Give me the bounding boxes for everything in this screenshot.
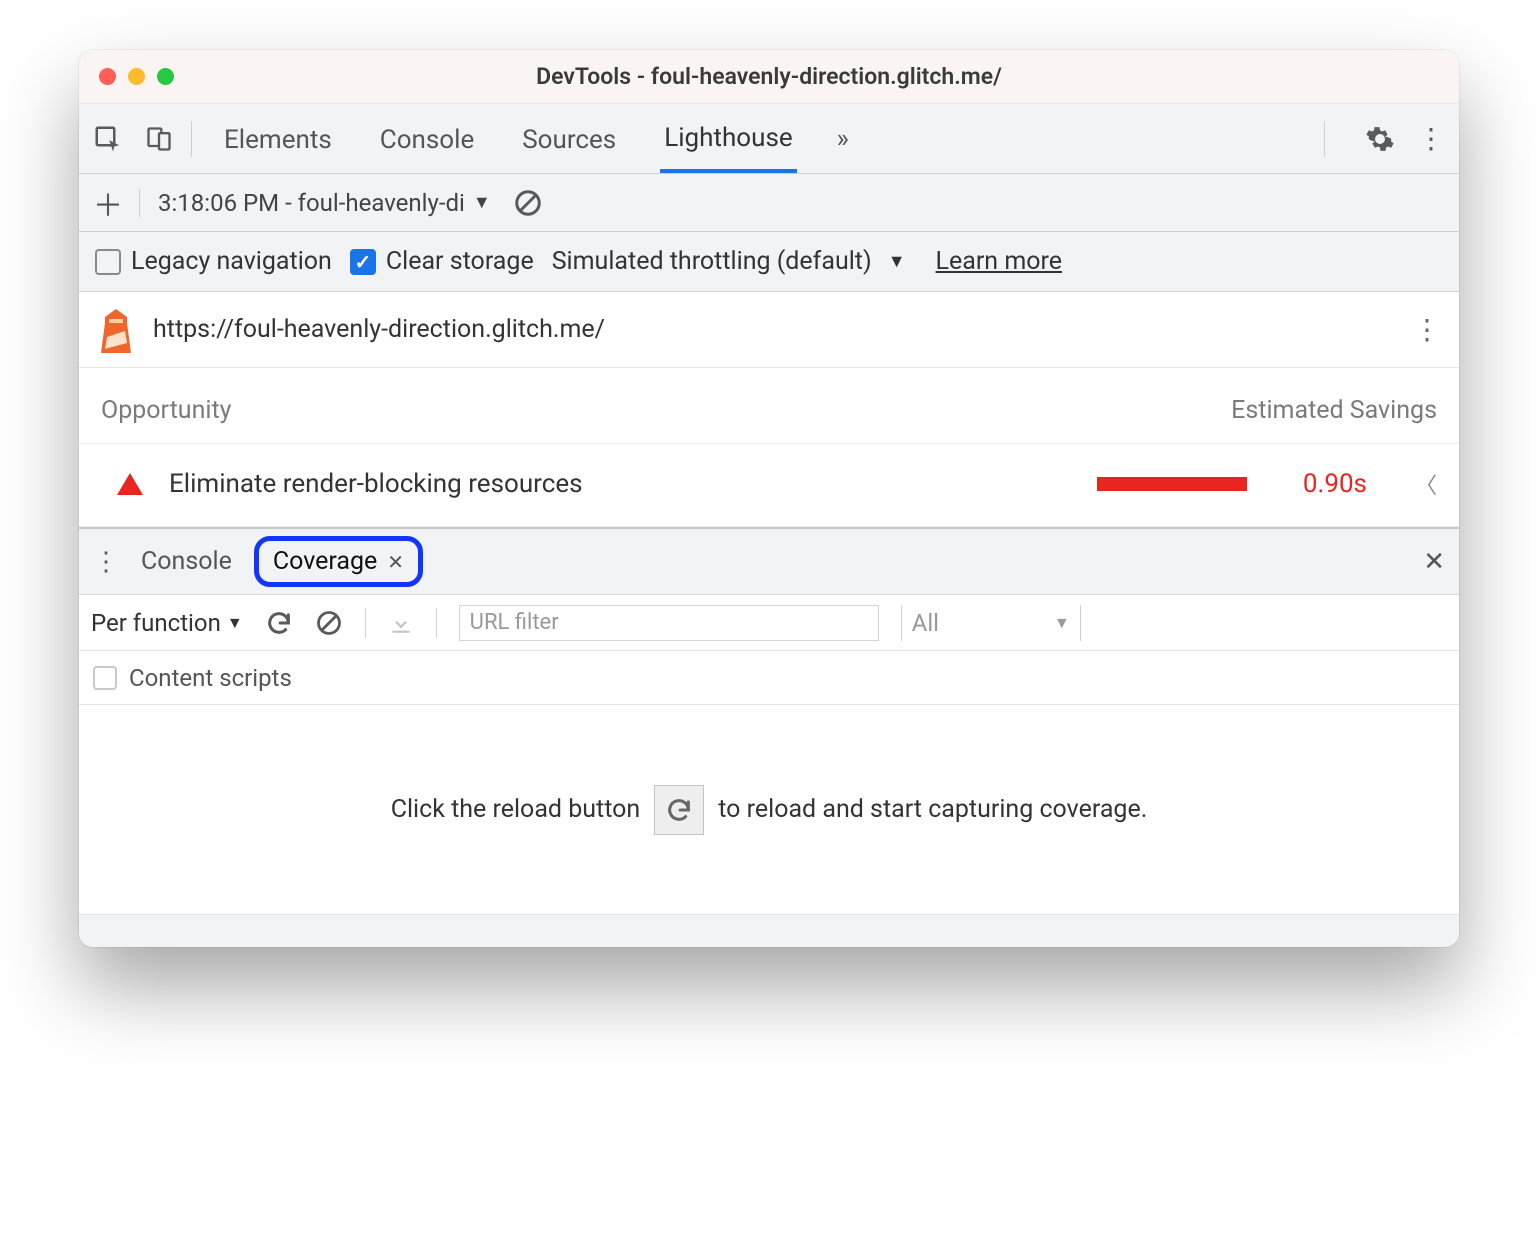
coverage-empty-state: Click the reload button to reload and st…: [79, 705, 1459, 915]
clear-icon[interactable]: [513, 188, 543, 218]
opportunity-heading: Opportunity: [101, 396, 231, 425]
separator: [191, 121, 192, 157]
savings-bar: [1097, 477, 1247, 491]
main-tabstrip: Elements Console Sources Lighthouse » ⋮: [79, 104, 1459, 174]
chevron-up-icon[interactable]: 〈: [1415, 468, 1437, 500]
checkbox-unchecked-icon[interactable]: [95, 249, 121, 275]
device-toolbar-icon[interactable]: [145, 124, 173, 154]
close-window-button[interactable]: [99, 68, 116, 85]
drawer-tab-coverage[interactable]: Coverage ✕: [254, 536, 423, 587]
savings-value: 0.90s: [1303, 469, 1367, 499]
tab-console[interactable]: Console: [376, 107, 478, 171]
separator: [1324, 121, 1325, 157]
close-drawer-icon[interactable]: ✕: [1423, 547, 1445, 577]
zoom-window-button[interactable]: [157, 68, 174, 85]
more-tabs-icon[interactable]: »: [837, 124, 849, 154]
dropdown-caret-icon: ▼: [1054, 613, 1070, 633]
footer-strip: [79, 915, 1459, 947]
separator: [365, 608, 366, 638]
coverage-type-filter[interactable]: All ▼: [901, 605, 1081, 641]
tab-elements[interactable]: Elements: [220, 107, 336, 171]
granularity-label: Per function: [91, 609, 221, 637]
checkbox-unchecked-icon[interactable]: [93, 666, 117, 690]
separator: [436, 608, 437, 638]
type-filter-label: All: [912, 609, 939, 637]
drawer-tab-console[interactable]: Console: [137, 541, 236, 582]
kebab-menu-icon[interactable]: ⋮: [1417, 122, 1445, 155]
clear-storage-option[interactable]: Clear storage: [350, 247, 534, 276]
url-filter-placeholder: URL filter: [470, 610, 559, 635]
legacy-navigation-option[interactable]: Legacy navigation: [95, 247, 332, 276]
dropdown-caret-icon: ▼: [227, 613, 243, 633]
settings-icon[interactable]: [1365, 124, 1395, 154]
coverage-hint-before: Click the reload button: [391, 795, 641, 824]
estimated-savings-heading: Estimated Savings: [1231, 396, 1437, 425]
reload-icon[interactable]: [265, 609, 293, 637]
drawer-menu-icon[interactable]: ⋮: [93, 547, 119, 577]
dropdown-caret-icon: ▼: [473, 192, 491, 213]
coverage-toolbar: Per function ▼ URL filter All ▼: [79, 595, 1459, 651]
fail-triangle-icon: [117, 473, 143, 495]
content-scripts-label: Content scripts: [129, 664, 292, 692]
reload-button[interactable]: [654, 785, 704, 835]
url-filter-input[interactable]: URL filter: [459, 605, 879, 641]
devtools-window: DevTools - foul-heavenly-direction.glitc…: [79, 50, 1459, 947]
clear-storage-label: Clear storage: [386, 247, 534, 276]
opportunity-label: Eliminate render-blocking resources: [169, 469, 1071, 499]
inspect-element-icon[interactable]: [93, 124, 123, 154]
throttling-dropdown[interactable]: Simulated throttling (default) ▼: [552, 247, 912, 276]
lighthouse-icon: [97, 309, 135, 351]
coverage-hint-after: to reload and start capturing coverage.: [718, 795, 1147, 824]
checkbox-checked-icon[interactable]: [350, 249, 376, 275]
throttling-label: Simulated throttling (default): [552, 247, 872, 276]
report-selector-label: 3:18:06 PM - foul-heavenly-di: [158, 189, 465, 217]
titlebar: DevTools - foul-heavenly-direction.glitc…: [79, 50, 1459, 104]
clear-coverage-icon[interactable]: [315, 609, 343, 637]
report-url-row: https://foul-heavenly-direction.glitch.m…: [79, 292, 1459, 368]
dropdown-caret-icon: ▼: [888, 251, 906, 272]
opportunity-header: Opportunity Estimated Savings: [79, 368, 1459, 444]
panel-tabs: Elements Console Sources Lighthouse »: [220, 105, 1306, 173]
lighthouse-toolbar: ＋ 3:18:06 PM - foul-heavenly-di ▼: [79, 174, 1459, 232]
coverage-granularity-select[interactable]: Per function ▼: [91, 609, 243, 637]
drawer-tab-coverage-label: Coverage: [273, 547, 377, 576]
legacy-navigation-label: Legacy navigation: [131, 247, 332, 276]
report-menu-icon[interactable]: ⋮: [1413, 313, 1441, 346]
opportunity-row[interactable]: Eliminate render-blocking resources 0.90…: [79, 444, 1459, 527]
learn-more-link[interactable]: Learn more: [936, 247, 1062, 276]
report-url: https://foul-heavenly-direction.glitch.m…: [153, 315, 605, 344]
drawer-tabstrip: ⋮ Console Coverage ✕ ✕: [79, 527, 1459, 595]
tab-sources[interactable]: Sources: [518, 107, 620, 171]
minimize-window-button[interactable]: [128, 68, 145, 85]
window-title: DevTools - foul-heavenly-direction.glitc…: [79, 63, 1459, 90]
coverage-options-row: Content scripts: [79, 651, 1459, 705]
lighthouse-options: Legacy navigation Clear storage Simulate…: [79, 232, 1459, 292]
tab-lighthouse[interactable]: Lighthouse: [660, 105, 796, 173]
report-selector[interactable]: 3:18:06 PM - foul-heavenly-di ▼: [139, 189, 491, 217]
traffic-lights: [99, 68, 174, 85]
new-report-button[interactable]: ＋: [93, 181, 123, 225]
close-tab-icon[interactable]: ✕: [387, 550, 404, 574]
export-icon: [388, 609, 414, 637]
